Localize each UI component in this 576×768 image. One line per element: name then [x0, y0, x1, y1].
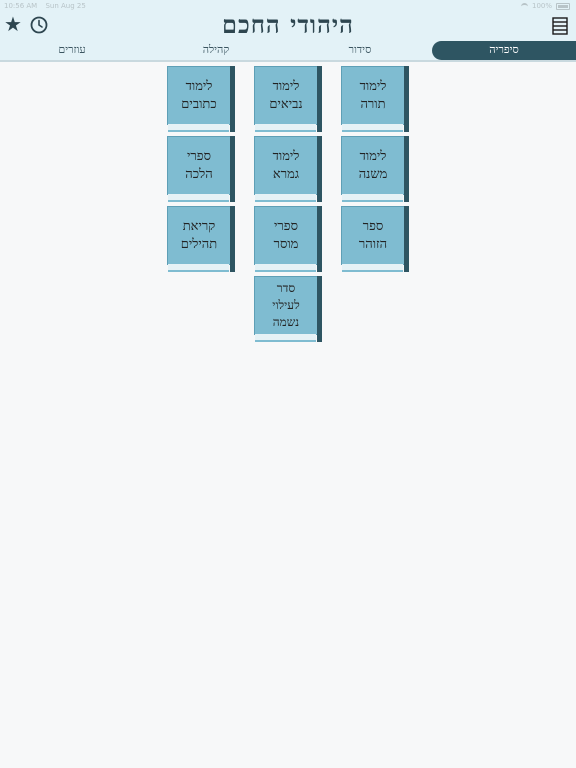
tab-helpers[interactable]: עוזרים [0, 41, 144, 60]
book-tehillim[interactable]: קריאת תהילים [167, 206, 235, 272]
app-header: 10:56 AM Sun Aug 25 100% ★ היהודי החכם ס… [0, 0, 576, 62]
book-gemara-study[interactable]: לימוד גמרא [254, 136, 322, 202]
book-ketuvim-study[interactable]: לימוד כתובים [167, 66, 235, 132]
book-label: לימוד כתובים [167, 66, 230, 125]
book-label: לימוד גמרא [254, 136, 317, 195]
tab-library[interactable]: סיפריה [432, 41, 576, 60]
tab-bar: סיפריה סידור קהילה עוזרים [0, 41, 576, 60]
app-title: היהודי החכם [222, 10, 354, 39]
book-label: ספרי מוסר [254, 206, 317, 265]
book-label: ספר הזוהר [341, 206, 404, 265]
book-musar[interactable]: ספרי מוסר [254, 206, 322, 272]
book-label: לימוד משנה [341, 136, 404, 195]
book-neviim-study[interactable]: לימוד נביאים [254, 66, 322, 132]
book-zohar[interactable]: ספר הזוהר [341, 206, 409, 272]
book-label: קריאת תהילים [167, 206, 230, 265]
status-date: Sun Aug 25 [45, 2, 86, 10]
book-label: ספרי הלכה [167, 136, 230, 195]
status-time: 10:56 AM [4, 2, 38, 10]
menu-list-icon[interactable] [552, 17, 568, 35]
book-torah-study[interactable]: לימוד תורה [341, 66, 409, 132]
tab-community[interactable]: קהילה [144, 41, 288, 60]
book-halacha[interactable]: ספרי הלכה [167, 136, 235, 202]
book-label: לימוד תורה [341, 66, 404, 125]
book-label: לימוד נביאים [254, 66, 317, 125]
book-label: סדר לעילוי נשמה [254, 276, 317, 335]
book-mishna-study[interactable]: לימוד משנה [341, 136, 409, 202]
tab-siddur[interactable]: סידור [288, 41, 432, 60]
battery-percent: 100% [531, 2, 552, 10]
wifi-icon [520, 2, 528, 10]
battery-icon [556, 2, 570, 10]
book-ilui-neshama[interactable]: סדר לעילוי נשמה [254, 276, 322, 342]
